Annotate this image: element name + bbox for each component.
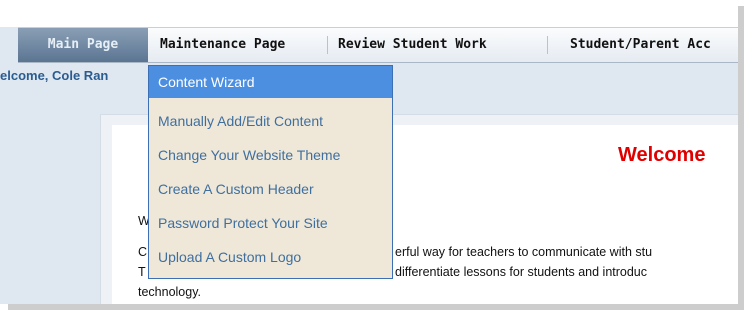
main-nav: Main Page Maintenance Page Review Studen… (18, 27, 738, 63)
maintenance-dropdown-menu: Content Wizard Manually Add/Edit Content… (148, 65, 393, 279)
paragraph-fragment-left: T (138, 265, 146, 279)
welcome-user-text: elcome, Cole Ran (0, 68, 109, 83)
paragraph-fragment-left: C (138, 245, 148, 259)
nav-divider (547, 36, 548, 54)
paragraph-fragment: technology. (138, 285, 202, 299)
app-window: Main Page Maintenance Page Review Studen… (0, 0, 738, 304)
menu-item-upload-custom-logo[interactable]: Upload A Custom Logo (149, 242, 392, 272)
menu-item-password-protect-site[interactable]: Password Protect Your Site (149, 208, 392, 238)
menu-item-change-website-theme[interactable]: Change Your Website Theme (149, 140, 392, 170)
paragraph-fragment-right: erful way for teachers to communicate wi… (395, 245, 653, 259)
tab-maintenance-page[interactable]: Maintenance Page (150, 28, 295, 62)
top-strip (0, 0, 738, 27)
page-title: Welcome (618, 144, 706, 166)
tab-student-parent-access[interactable]: Student/Parent Acc (560, 28, 721, 62)
paragraph-fragment-right: differentiate lessons for students and i… (395, 265, 648, 279)
menu-item-content-wizard[interactable]: Content Wizard (149, 66, 392, 98)
menu-item-manually-add-edit-content[interactable]: Manually Add/Edit Content (149, 106, 392, 136)
tab-review-student-work[interactable]: Review Student Work (328, 28, 497, 62)
menu-item-create-custom-header[interactable]: Create A Custom Header (149, 174, 392, 204)
window-shadow (8, 304, 744, 310)
tab-main-page[interactable]: Main Page (18, 28, 148, 62)
window-shadow (738, 6, 744, 310)
